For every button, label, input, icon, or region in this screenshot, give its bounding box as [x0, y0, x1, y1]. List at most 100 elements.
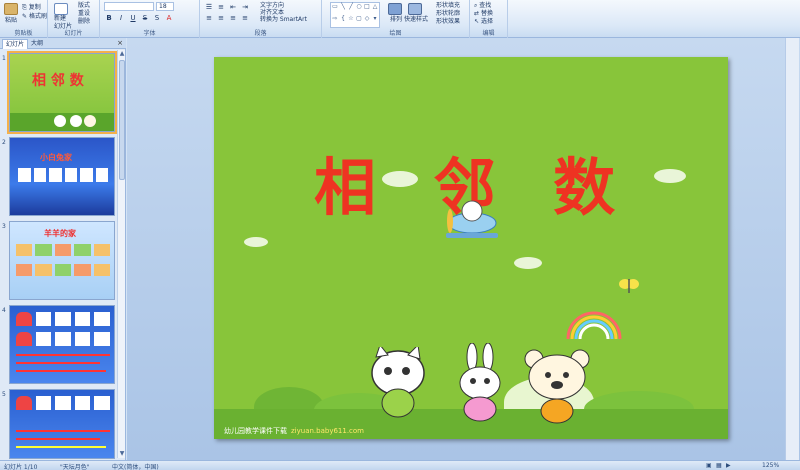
triangle-shape-icon[interactable]: △ — [371, 3, 379, 15]
star-shape-icon[interactable]: ☆ — [347, 15, 355, 27]
find-button[interactable]: ⌕ 查找 — [474, 2, 491, 10]
drawing-group-label: 绘图 — [389, 30, 402, 37]
align-right-button[interactable]: ≡ — [228, 14, 238, 23]
font-name-box[interactable] — [104, 2, 154, 11]
italic-button[interactable]: I — [116, 14, 126, 23]
sorter-view-icon[interactable]: ▦ — [716, 462, 722, 469]
editor-scrollbar[interactable] — [785, 38, 799, 460]
arrow-shape-icon[interactable]: ⇨ — [331, 15, 339, 27]
ribbon: 粘贴 ⎘ 复制 ✎ 格式刷 剪贴板 新建 幻灯片 版式 重设 删除 幻灯片 18… — [0, 0, 800, 38]
cloud — [244, 237, 268, 247]
normal-view-icon[interactable]: ▣ — [706, 462, 712, 469]
numbering-button[interactable]: ≡ — [216, 3, 226, 12]
rectangle-shape-icon[interactable]: ▭ — [331, 3, 339, 15]
more-shapes-icon[interactable]: ▾ — [371, 15, 379, 27]
layout-button[interactable]: 版式 — [78, 2, 90, 10]
thumb-number: 1 — [2, 55, 6, 62]
delete-button[interactable]: 删除 — [78, 18, 90, 26]
select-button[interactable]: ↖ 选择 — [474, 18, 493, 26]
thumb-number: 2 — [2, 139, 6, 146]
justify-button[interactable]: ≡ — [240, 14, 250, 23]
paste-button[interactable]: 粘贴 — [5, 17, 17, 25]
thumb-title: 小白兔家 — [40, 153, 72, 162]
panel-tabs: 幻灯片 大纲 × — [0, 38, 126, 49]
scroll-thumb[interactable] — [119, 60, 125, 180]
clipboard-group: 粘贴 ⎘ 复制 ✎ 格式刷 剪贴板 — [0, 0, 48, 38]
status-bar: 幻灯片 1/10 "天坛月色" 中文(简体，中国) ▣ ▦ ▶ 125% — [0, 460, 800, 470]
footer-text: 幼儿园教学课件下载 — [224, 427, 287, 435]
reset-button[interactable]: 重设 — [78, 10, 90, 18]
underline-button[interactable]: U — [128, 14, 138, 23]
shadow-button[interactable]: S — [152, 14, 162, 23]
find-label: 查找 — [479, 2, 492, 9]
arrange-icon[interactable] — [388, 3, 402, 15]
slide-thumbnail-3[interactable]: 羊羊的家 — [9, 221, 115, 300]
arrange-button[interactable]: 排列 — [390, 16, 402, 24]
decrease-indent-button[interactable]: ⇤ — [228, 3, 238, 12]
bold-button[interactable]: B — [104, 14, 114, 23]
align-left-button[interactable]: ≡ — [204, 14, 214, 23]
language-indicator[interactable]: 中文(简体，中国) — [112, 462, 159, 470]
slide-thumbnail-2[interactable]: 小白兔家 — [9, 137, 115, 216]
zoom-level[interactable]: 125% — [762, 462, 779, 469]
font-group-label: 字体 — [143, 30, 156, 37]
slideshow-view-icon[interactable]: ▶ — [726, 462, 731, 469]
find-icon: ⌕ — [474, 2, 478, 9]
cat-character-icon — [371, 347, 425, 418]
quick-styles-icon[interactable] — [408, 3, 422, 15]
close-icon[interactable]: × — [117, 39, 123, 47]
font-size-box[interactable]: 18 — [156, 2, 174, 11]
increase-indent-button[interactable]: ⇥ — [240, 3, 250, 12]
slide-thumbnail-1[interactable]: 相 邻 数 — [7, 51, 117, 134]
format-painter-button[interactable]: ✎ 格式刷 — [22, 13, 47, 21]
theme-name: "天坛月色" — [60, 464, 90, 470]
shape-effects-button[interactable]: 形状效果 — [436, 18, 460, 26]
shape-fill-button[interactable]: 形状填充 — [436, 2, 460, 10]
current-slide[interactable]: 相 邻 数 幼儿园教学课件下载 ziyuan.baby611.com — [214, 57, 728, 439]
footer-link[interactable]: ziyuan.baby611.com — [291, 427, 364, 435]
callout-shape-icon[interactable]: ◇ — [363, 15, 371, 27]
thumb-number: 3 — [2, 223, 6, 230]
rabbit-character-icon — [459, 343, 501, 422]
copy-label: 复制 — [28, 4, 41, 11]
copy-button[interactable]: ⎘ 复制 — [22, 4, 41, 12]
slide-indicator: 幻灯片 1/10 — [4, 464, 38, 470]
oval-shape-icon[interactable]: ○ — [355, 3, 363, 15]
paragraph-group: ☰ ≡ ⇤ ⇥ 文字方向 对齐文本 转换为 SmartArt ≡ ≡ ≡ ≡ 段… — [200, 0, 322, 38]
rounded-rect-shape-icon[interactable]: ▢ — [355, 15, 363, 27]
slide-footer: 幼儿园教学课件下载 ziyuan.baby611.com — [224, 426, 364, 436]
bear-character-icon — [524, 349, 590, 424]
strikethrough-button[interactable]: S — [140, 14, 150, 23]
clipboard-group-label: 剪贴板 — [14, 30, 33, 37]
font-color-button[interactable]: A — [164, 14, 174, 23]
tab-slides[interactable]: 幻灯片 — [2, 39, 29, 49]
line2-shape-icon[interactable]: ╱ — [347, 3, 355, 15]
paragraph-group-label: 段落 — [254, 30, 267, 37]
shapes-gallery[interactable]: ▭ ╲ ╱ ○ □ △ ⇨{☆ ▢ ◇ ▾ — [330, 2, 380, 28]
thumb-title: 相 邻 数 — [32, 73, 84, 89]
shape-outline-button[interactable]: 形状轮廓 — [436, 10, 460, 18]
paste-icon[interactable] — [4, 3, 18, 15]
replace-icon: ⇄ — [474, 10, 480, 17]
font-group: 18 B I U S S A 字体 — [100, 0, 200, 38]
tab-outline[interactable]: 大纲 — [28, 39, 46, 49]
align-center-button[interactable]: ≡ — [216, 14, 226, 23]
square-shape-icon[interactable]: □ — [363, 3, 371, 15]
thumbnail-scrollbar[interactable]: ▲ ▼ — [117, 50, 125, 458]
scroll-up-icon[interactable]: ▲ — [118, 50, 126, 58]
bullets-button[interactable]: ☰ — [204, 3, 214, 12]
brace-shape-icon[interactable]: { — [339, 15, 347, 27]
cloud — [654, 169, 686, 183]
thumb-number: 4 — [2, 307, 6, 314]
quick-styles-button[interactable]: 快速样式 — [404, 16, 428, 24]
smartart-button[interactable]: 转换为 SmartArt — [260, 16, 307, 24]
slide-thumbnail-4[interactable] — [9, 305, 115, 384]
line-shape-icon[interactable]: ╲ — [339, 3, 347, 15]
editing-group-label: 编辑 — [482, 30, 495, 37]
replace-button[interactable]: ⇄ 替换 — [474, 10, 493, 18]
editing-group: ⌕ 查找 ⇄ 替换 ↖ 选择 编辑 — [470, 0, 508, 38]
new-slide-icon[interactable] — [54, 3, 68, 15]
slide-thumbnail-5[interactable] — [9, 389, 115, 459]
scroll-down-icon[interactable]: ▼ — [118, 450, 126, 458]
copy-icon: ⎘ — [22, 4, 27, 11]
